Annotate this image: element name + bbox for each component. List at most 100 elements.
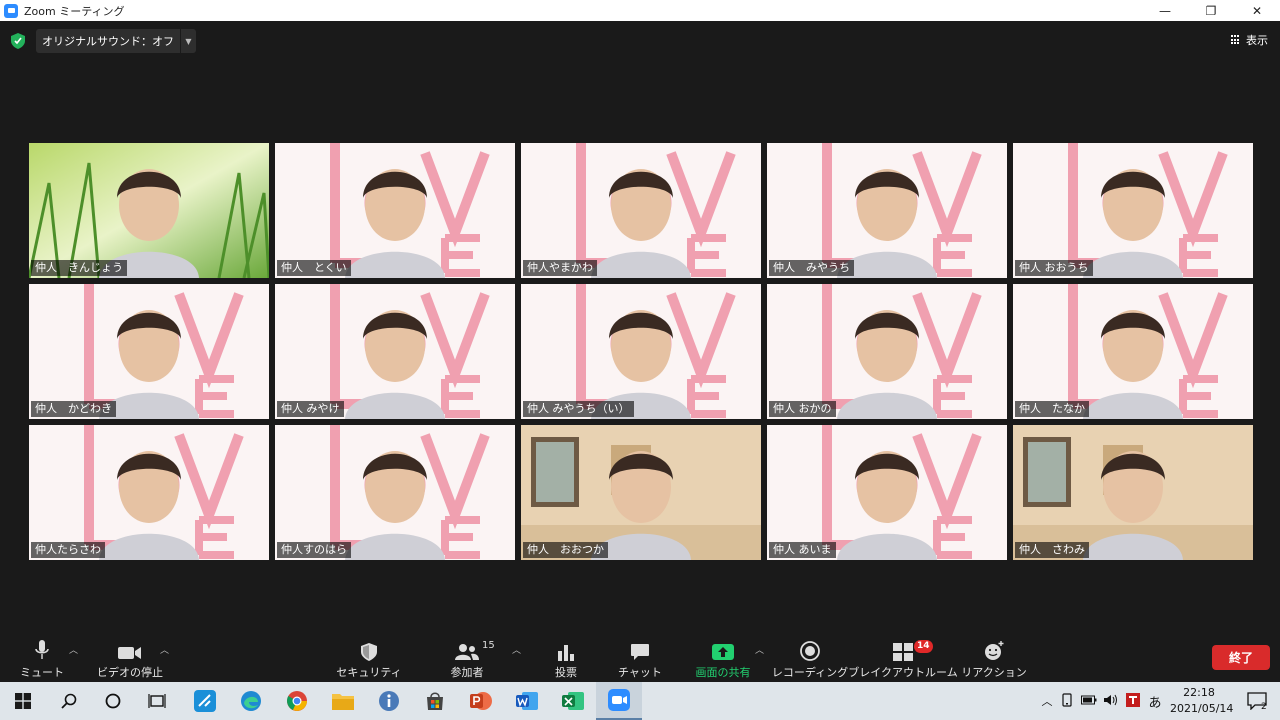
task-view-icon[interactable] xyxy=(134,682,180,720)
windows-taskbar: ︿ あ 22:18 2021/05/14 2 xyxy=(0,682,1280,720)
cortana-icon[interactable] xyxy=(90,682,136,720)
participant-silhouette xyxy=(837,310,937,419)
participant-name-label: 仲人 かどわき xyxy=(31,401,116,417)
participants-count: 15 xyxy=(482,640,495,651)
participant-video-tile[interactable]: 仲人やまかわ xyxy=(521,143,761,278)
participant-silhouette xyxy=(1083,451,1183,560)
participant-silhouette xyxy=(591,310,691,419)
breakout-rooms-icon xyxy=(893,635,913,661)
participant-silhouette xyxy=(837,451,937,560)
poll-chart-icon xyxy=(557,635,575,661)
info-app-icon[interactable] xyxy=(366,682,412,720)
participant-video-tile[interactable]: 仲人 とくい xyxy=(275,143,515,278)
mute-button[interactable]: ミュート xyxy=(18,635,66,682)
microphone-icon xyxy=(35,635,49,661)
grid-icon xyxy=(1231,35,1241,45)
participant-video-tile[interactable]: 仲人 おおつか xyxy=(521,425,761,560)
participant-silhouette xyxy=(99,451,199,560)
original-sound-label: オリジナルサウンド：オフ xyxy=(42,35,174,48)
battery-icon[interactable] xyxy=(1078,695,1100,708)
speaker-volume-icon[interactable] xyxy=(1100,694,1122,709)
reaction-smiley-icon xyxy=(983,635,1005,661)
participant-video-tile[interactable]: 仲人 みやけ xyxy=(275,284,515,419)
participant-video-tile[interactable]: 仲人 かどわき xyxy=(29,284,269,419)
search-icon[interactable] xyxy=(46,682,92,720)
end-meeting-button[interactable]: 終了 xyxy=(1212,645,1270,670)
ime-toolbar-icon[interactable] xyxy=(1122,692,1144,710)
participant-name-label: 仲人 みやけ xyxy=(277,401,344,417)
chrome-browser-icon[interactable] xyxy=(274,682,320,720)
window-title: Zoom ミーティング xyxy=(24,4,125,18)
meeting-area: オリジナルサウンド：オフ ▼ 表示 仲人 きんじょう 仲人 とくい 仲人やまかわ 仲人… xyxy=(0,21,1280,635)
participants-icon xyxy=(454,635,480,661)
excel-icon[interactable] xyxy=(550,682,596,720)
participant-video-tile[interactable]: 仲人 みやうち（い） xyxy=(521,284,761,419)
participant-silhouette xyxy=(99,310,199,419)
view-button[interactable]: 表示 xyxy=(1231,32,1268,48)
participant-name-label: 仲人すのはら xyxy=(277,542,351,558)
participant-silhouette xyxy=(837,169,937,278)
chat-bubble-icon xyxy=(630,635,650,661)
breakout-count-badge: 14 xyxy=(914,640,933,653)
share-options-chevron-icon[interactable]: ︿ xyxy=(755,643,764,656)
participants-chevron-icon[interactable]: ︿ xyxy=(512,643,521,656)
participant-video-tile[interactable]: 仲人 あいま xyxy=(767,425,1007,560)
participant-video-tile[interactable]: 仲人たらさわ xyxy=(29,425,269,560)
word-icon[interactable] xyxy=(504,682,550,720)
participant-video-tile[interactable]: 仲人 おおうち xyxy=(1013,143,1253,278)
participant-silhouette xyxy=(345,310,445,419)
clock-time: 22:18 xyxy=(1183,686,1215,699)
participant-name-label: 仲人やまかわ xyxy=(523,260,597,276)
participant-silhouette xyxy=(345,451,445,560)
record-icon xyxy=(800,635,820,661)
view-label: 表示 xyxy=(1246,34,1268,47)
taskbar-clock[interactable]: 22:18 2021/05/14 xyxy=(1170,685,1234,717)
video-options-chevron-icon[interactable]: ︿ xyxy=(160,643,169,656)
stop-video-button[interactable]: ビデオの停止 xyxy=(96,635,164,682)
device-icon[interactable] xyxy=(1056,692,1078,710)
security-button[interactable]: セキュリティ xyxy=(336,635,402,682)
participant-video-tile[interactable]: 仲人 みやうち xyxy=(767,143,1007,278)
app-blue-icon[interactable] xyxy=(182,682,228,720)
participant-video-tile[interactable]: 仲人 たなか xyxy=(1013,284,1253,419)
show-hidden-icons-chevron-icon[interactable]: ︿ xyxy=(1038,693,1056,709)
powerpoint-icon[interactable] xyxy=(458,682,504,720)
store-icon[interactable] xyxy=(412,682,458,720)
close-icon[interactable]: ✕ xyxy=(1234,0,1280,21)
participant-video-tile[interactable]: 仲人 おかの xyxy=(767,284,1007,419)
polls-button[interactable]: 投票 xyxy=(546,635,586,682)
participant-silhouette xyxy=(591,451,691,560)
breakout-rooms-button[interactable]: ブレイクアウトルーム xyxy=(848,635,958,682)
participant-name-label: 仲人 とくい xyxy=(277,260,351,276)
zoom-taskbar-icon[interactable] xyxy=(596,682,642,720)
original-sound-button[interactable]: オリジナルサウンド：オフ ▼ xyxy=(36,29,196,53)
minimize-icon[interactable]: — xyxy=(1142,0,1188,21)
share-screen-button[interactable]: 画面の共有 xyxy=(691,635,755,682)
video-camera-icon xyxy=(118,635,142,661)
notifications-icon[interactable]: 2 xyxy=(1234,682,1280,720)
title-bar: Zoom ミーティング — ❐ ✕ xyxy=(0,0,1280,21)
recording-button[interactable]: レコーディング xyxy=(772,635,848,682)
encryption-shield-icon[interactable] xyxy=(10,32,26,50)
notifications-count: 2 xyxy=(1261,702,1267,712)
participant-video-tile[interactable]: 仲人 さわみ xyxy=(1013,425,1253,560)
participant-name-label: 仲人 おおつか xyxy=(523,542,608,558)
participant-name-label: 仲人 みやうち xyxy=(769,260,854,276)
reactions-button[interactable]: リアクション xyxy=(961,635,1027,682)
chat-button[interactable]: チャット xyxy=(617,635,663,682)
clock-date: 2021/05/14 xyxy=(1170,702,1234,715)
restore-icon[interactable]: ❐ xyxy=(1188,0,1234,21)
participant-video-tile[interactable]: 仲人 きんじょう xyxy=(29,143,269,278)
participant-name-label: 仲人 あいま xyxy=(769,542,836,558)
participant-silhouette xyxy=(99,169,199,278)
audio-options-chevron-icon[interactable]: ︿ xyxy=(69,643,78,656)
participant-video-tile[interactable]: 仲人すのはら xyxy=(275,425,515,560)
ime-mode-label[interactable]: あ xyxy=(1144,692,1166,711)
file-explorer-icon[interactable] xyxy=(320,682,366,720)
participant-silhouette xyxy=(345,169,445,278)
windows-start-icon[interactable] xyxy=(0,682,46,720)
participant-name-label: 仲人 おかの xyxy=(769,401,836,417)
participant-name-label: 仲人 みやうち（い） xyxy=(523,401,634,417)
chevron-down-icon[interactable]: ▼ xyxy=(180,29,196,53)
edge-browser-icon[interactable] xyxy=(228,682,274,720)
